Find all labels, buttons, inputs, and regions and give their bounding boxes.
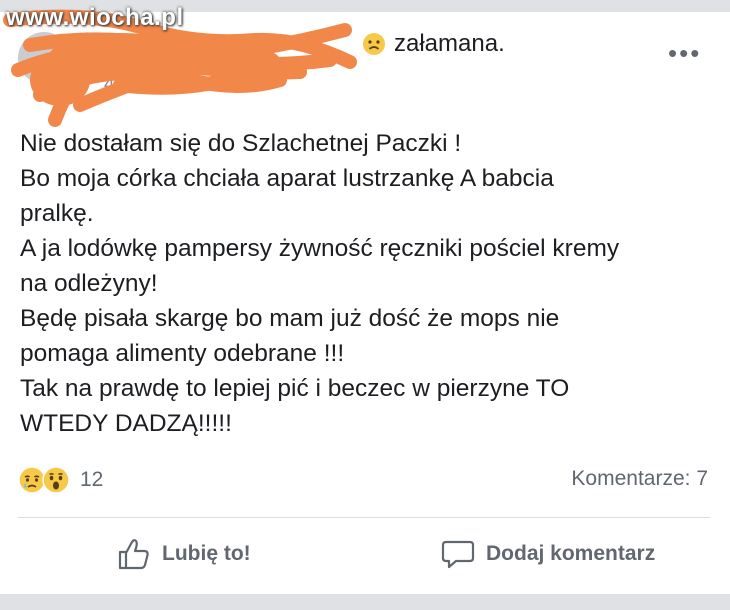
reactions-summary[interactable]: 12 [18, 466, 103, 494]
like-label: Lubię to! [162, 542, 251, 565]
friends-icon[interactable] [169, 76, 191, 94]
author-suffix: – [101, 28, 122, 55]
post-line: Będę pisała skargę bo mam już dość że mo… [20, 305, 560, 332]
thumbs-up-icon [118, 539, 149, 570]
post-line: pomaga alimenty odebrane !!! [20, 340, 345, 367]
meta-separator: • [156, 74, 164, 95]
comment-label: Dodaj komentarz [486, 542, 656, 565]
post-line: Tak na prawdę to lepiej pić i beczec w p… [20, 375, 570, 402]
wow-reaction-icon [42, 466, 70, 494]
author-name[interactable]: K [84, 28, 101, 55]
avatar[interactable] [18, 32, 70, 84]
post-body: Nie dostałam się do Szlachetnej Paczki !… [20, 126, 720, 441]
post-line: WTEDY DADZĄ!!!!! [20, 410, 232, 437]
post-author[interactable]: K – [84, 28, 121, 56]
feeling-text: załamana. [394, 30, 505, 57]
comment-button[interactable]: Dodaj komentarz [440, 536, 655, 572]
post-meta: 4 min • [104, 74, 191, 96]
post-line: A ja lodówkę pampersy żywność ręczniki p… [20, 235, 620, 262]
like-button[interactable]: Lubię to! [116, 536, 251, 572]
reaction-count[interactable]: 12 [80, 468, 103, 492]
post-time[interactable]: 4 min [104, 74, 150, 96]
divider [18, 517, 710, 518]
post-line: Bo moja córka chciała aparat lustrzankę … [20, 165, 554, 192]
post-line: na odleżyny! [20, 270, 158, 297]
more-options-button[interactable]: ••• [668, 38, 701, 69]
feeling: załamana. [362, 30, 505, 58]
post-line: pralkę. [20, 200, 94, 227]
speech-bubble-icon [441, 540, 475, 569]
comments-count[interactable]: Komentarze: 7 [571, 467, 708, 491]
watermark: www.wiocha.pl [6, 4, 184, 31]
post-line: Nie dostałam się do Szlachetnej Paczki ! [20, 130, 462, 157]
feed-background-bottom [0, 594, 730, 610]
sad-face-icon [363, 33, 385, 55]
